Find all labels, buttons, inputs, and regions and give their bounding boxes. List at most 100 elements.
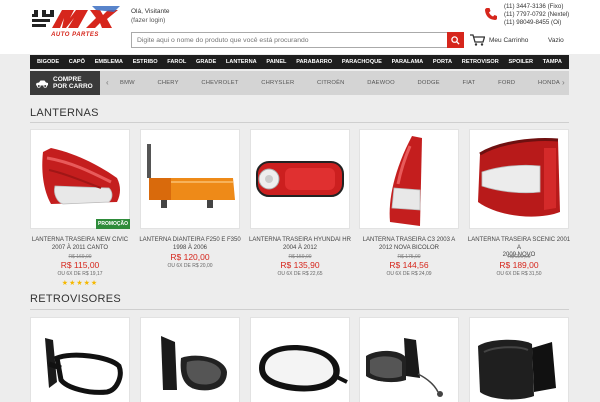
nav-item-lanterna[interactable]: LANTERNA [226,59,257,65]
product-name-line: 2007 À 2011 CANTO [51,244,109,251]
price-hyundai-hr: R$ 135,90 [280,260,320,270]
product-card-mirror-2[interactable] [140,317,240,402]
search-bar [131,32,464,48]
user-greeting: Olá, Visitante (fazer login) [131,7,170,25]
promo-badge: PROMOÇÃO [96,219,130,229]
nav-item-farol[interactable]: FAROL [167,59,186,65]
cart-icon [470,34,485,46]
product-image-scenic [478,138,560,217]
product-card-mirror-4[interactable] [359,317,459,402]
product-name-line: LANTERNA TRASEIRA NEW CIVIC [31,237,129,243]
product-name-civic[interactable]: LANTERNA TRASEIRA NEW CIVIC 2007 À 2011 … [28,237,132,252]
product-name-line: LANTERNA TRASEIRA SCENIC 2001 A [467,237,571,251]
price-c3: R$ 144,56 [389,260,429,270]
phone-icon [485,8,497,20]
product-name-f250[interactable]: LANTERNA DIANTEIRA F250 E F350 1998 À 20… [138,237,242,252]
nav-item-capo[interactable]: CAPÔ [69,59,85,65]
nav-item-retrovisor[interactable]: RETROVISOR [462,59,499,65]
nav-item-paralama[interactable]: PARALAMA [392,59,424,65]
nav-item-spoiler[interactable]: SPOILER [509,59,534,65]
shop-by-car-line2: POR CARRO [53,83,93,90]
search-icon [451,35,460,45]
installments-civic: OU 6X DE R$ 19,17 [57,271,103,277]
product-image-hyundai-hr [256,161,344,197]
logo-graphic [32,6,120,28]
product-card-c3[interactable] [359,129,459,229]
cart-label: Meu Carrinho [489,36,529,44]
nav-item-bigode[interactable]: BIGODE [37,59,59,65]
brand-prev-icon[interactable]: ‹ [106,78,109,87]
product-image-mirror-5 [478,339,556,400]
product-image-mirror-4 [366,338,443,397]
price-scenic: R$ 189,00 [499,260,539,270]
installments-c3: OU 6X DE R$ 24,09 [386,271,432,277]
installments-scenic: OU 6X DE R$ 31,50 [496,271,542,277]
product-card-civic[interactable] [30,129,130,229]
product-image-civic [42,148,120,205]
site-header: AUTO PARTES Olá, Visitante (fazer login)… [0,0,600,54]
nav-item-grade[interactable]: GRADE [196,59,216,65]
phone-fixo: (11) 3447-3136 (Fixo) [504,3,564,10]
product-name-hyundai-hr[interactable]: LANTERNA TRASEIRA HYUNDAI HR 2004 À 2012 [248,237,352,252]
cart-button[interactable]: Meu Carrinho [470,32,528,48]
product-image-mirror-3 [259,344,348,392]
shop-by-car-label: COMPRE POR CARRO [53,76,93,91]
section-title-lanternas: LANTERNAS [30,107,99,119]
nav-item-porta[interactable]: PORTA [433,59,452,65]
car-icon [36,80,48,88]
product-image-mirror-1 [45,338,123,395]
search-button[interactable] [447,32,464,48]
rating-stars: ★★★★★ [61,280,99,287]
section-title-retrovisores: RETROVISORES [30,293,122,305]
section-divider [30,122,569,123]
search-input[interactable] [132,33,447,47]
nav-item-parabarro[interactable]: PARABARRO [296,59,332,65]
product-card-scenic[interactable] [469,129,569,229]
brand-item-honda[interactable]: HONDA [538,80,560,86]
product-card-mirror-5[interactable] [469,317,569,402]
category-nav: BIGODE CAPÔ EMBLEMA ESTRIBO FAROL GRADE … [30,55,569,69]
brand-next-icon[interactable]: › [562,78,565,87]
logo-text: AUTO PARTES [51,32,99,38]
cart-status: Vazio [548,37,564,44]
brand-item-bmw[interactable]: BMW [120,80,135,86]
product-image-c3 [389,136,422,226]
shop-by-car-line1: COMPRE [53,75,82,83]
price-f250: R$ 120,00 [170,252,210,262]
product-image-f250 [147,144,235,208]
product-card-mirror-3[interactable] [250,317,350,402]
greeting-text: Olá, Visitante [131,8,170,15]
brand-item-ford[interactable]: FORD [498,80,515,86]
brand-item-citroen[interactable]: CITROËN [317,80,345,86]
product-name-line: LANTERNA DIANTEIRA F250 E F350 [139,237,241,243]
product-card-f250[interactable] [140,129,240,229]
brand-item-chrysler[interactable]: CHRYSLER [261,80,294,86]
product-image-mirror-2 [161,336,227,391]
product-name-line: 2012 NOVA BICOLOR [379,244,439,251]
nav-item-painel[interactable]: PAINEL [266,59,286,65]
shop-by-car-button[interactable]: COMPRE POR CARRO [30,71,100,95]
brand-item-daewoo[interactable]: DAEWOO [367,80,395,86]
login-link[interactable]: (fazer login) [131,16,170,25]
product-card-mirror-1[interactable] [30,317,130,402]
product-card-hyundai-hr[interactable] [250,129,350,229]
price-civic: R$ 115,00 [60,260,100,270]
brand-list: BMW CHERY CHEVROLET CHRYSLER CITROËN DAE… [120,71,560,95]
nav-item-estribo[interactable]: ESTRIBO [133,59,158,65]
installments-f250: OU 6X DE R$ 20,00 [167,263,213,269]
brand-item-fiat[interactable]: FIAT [462,80,475,86]
brand-item-chery[interactable]: CHERY [157,80,178,86]
product-name-line: 2004 À 2012 [282,244,318,251]
site-logo[interactable]: AUTO PARTES [30,6,120,46]
nav-item-tampa[interactable]: TAMPA [543,59,562,65]
product-name-line: 1998 À 2006 [172,244,208,251]
nav-item-emblema[interactable]: EMBLEMA [95,59,123,65]
nav-item-parachoque[interactable]: PARACHOQUE [342,59,382,65]
phone-list: (11) 3447-3136 (Fixo) (11) 7797-0792 (Ne… [504,3,569,28]
brand-item-chevrolet[interactable]: CHEVROLET [201,80,238,86]
product-name-line: LANTERNA TRASEIRA C3 2003 A [362,237,456,243]
product-name-c3[interactable]: LANTERNA TRASEIRA C3 2003 A 2012 NOVA BI… [357,237,461,252]
brand-item-dodge[interactable]: DODGE [418,80,440,86]
product-name-line: LANTERNA TRASEIRA HYUNDAI HR [249,237,351,243]
installments-hyundai-hr: OU 6X DE R$ 22,65 [277,271,323,277]
